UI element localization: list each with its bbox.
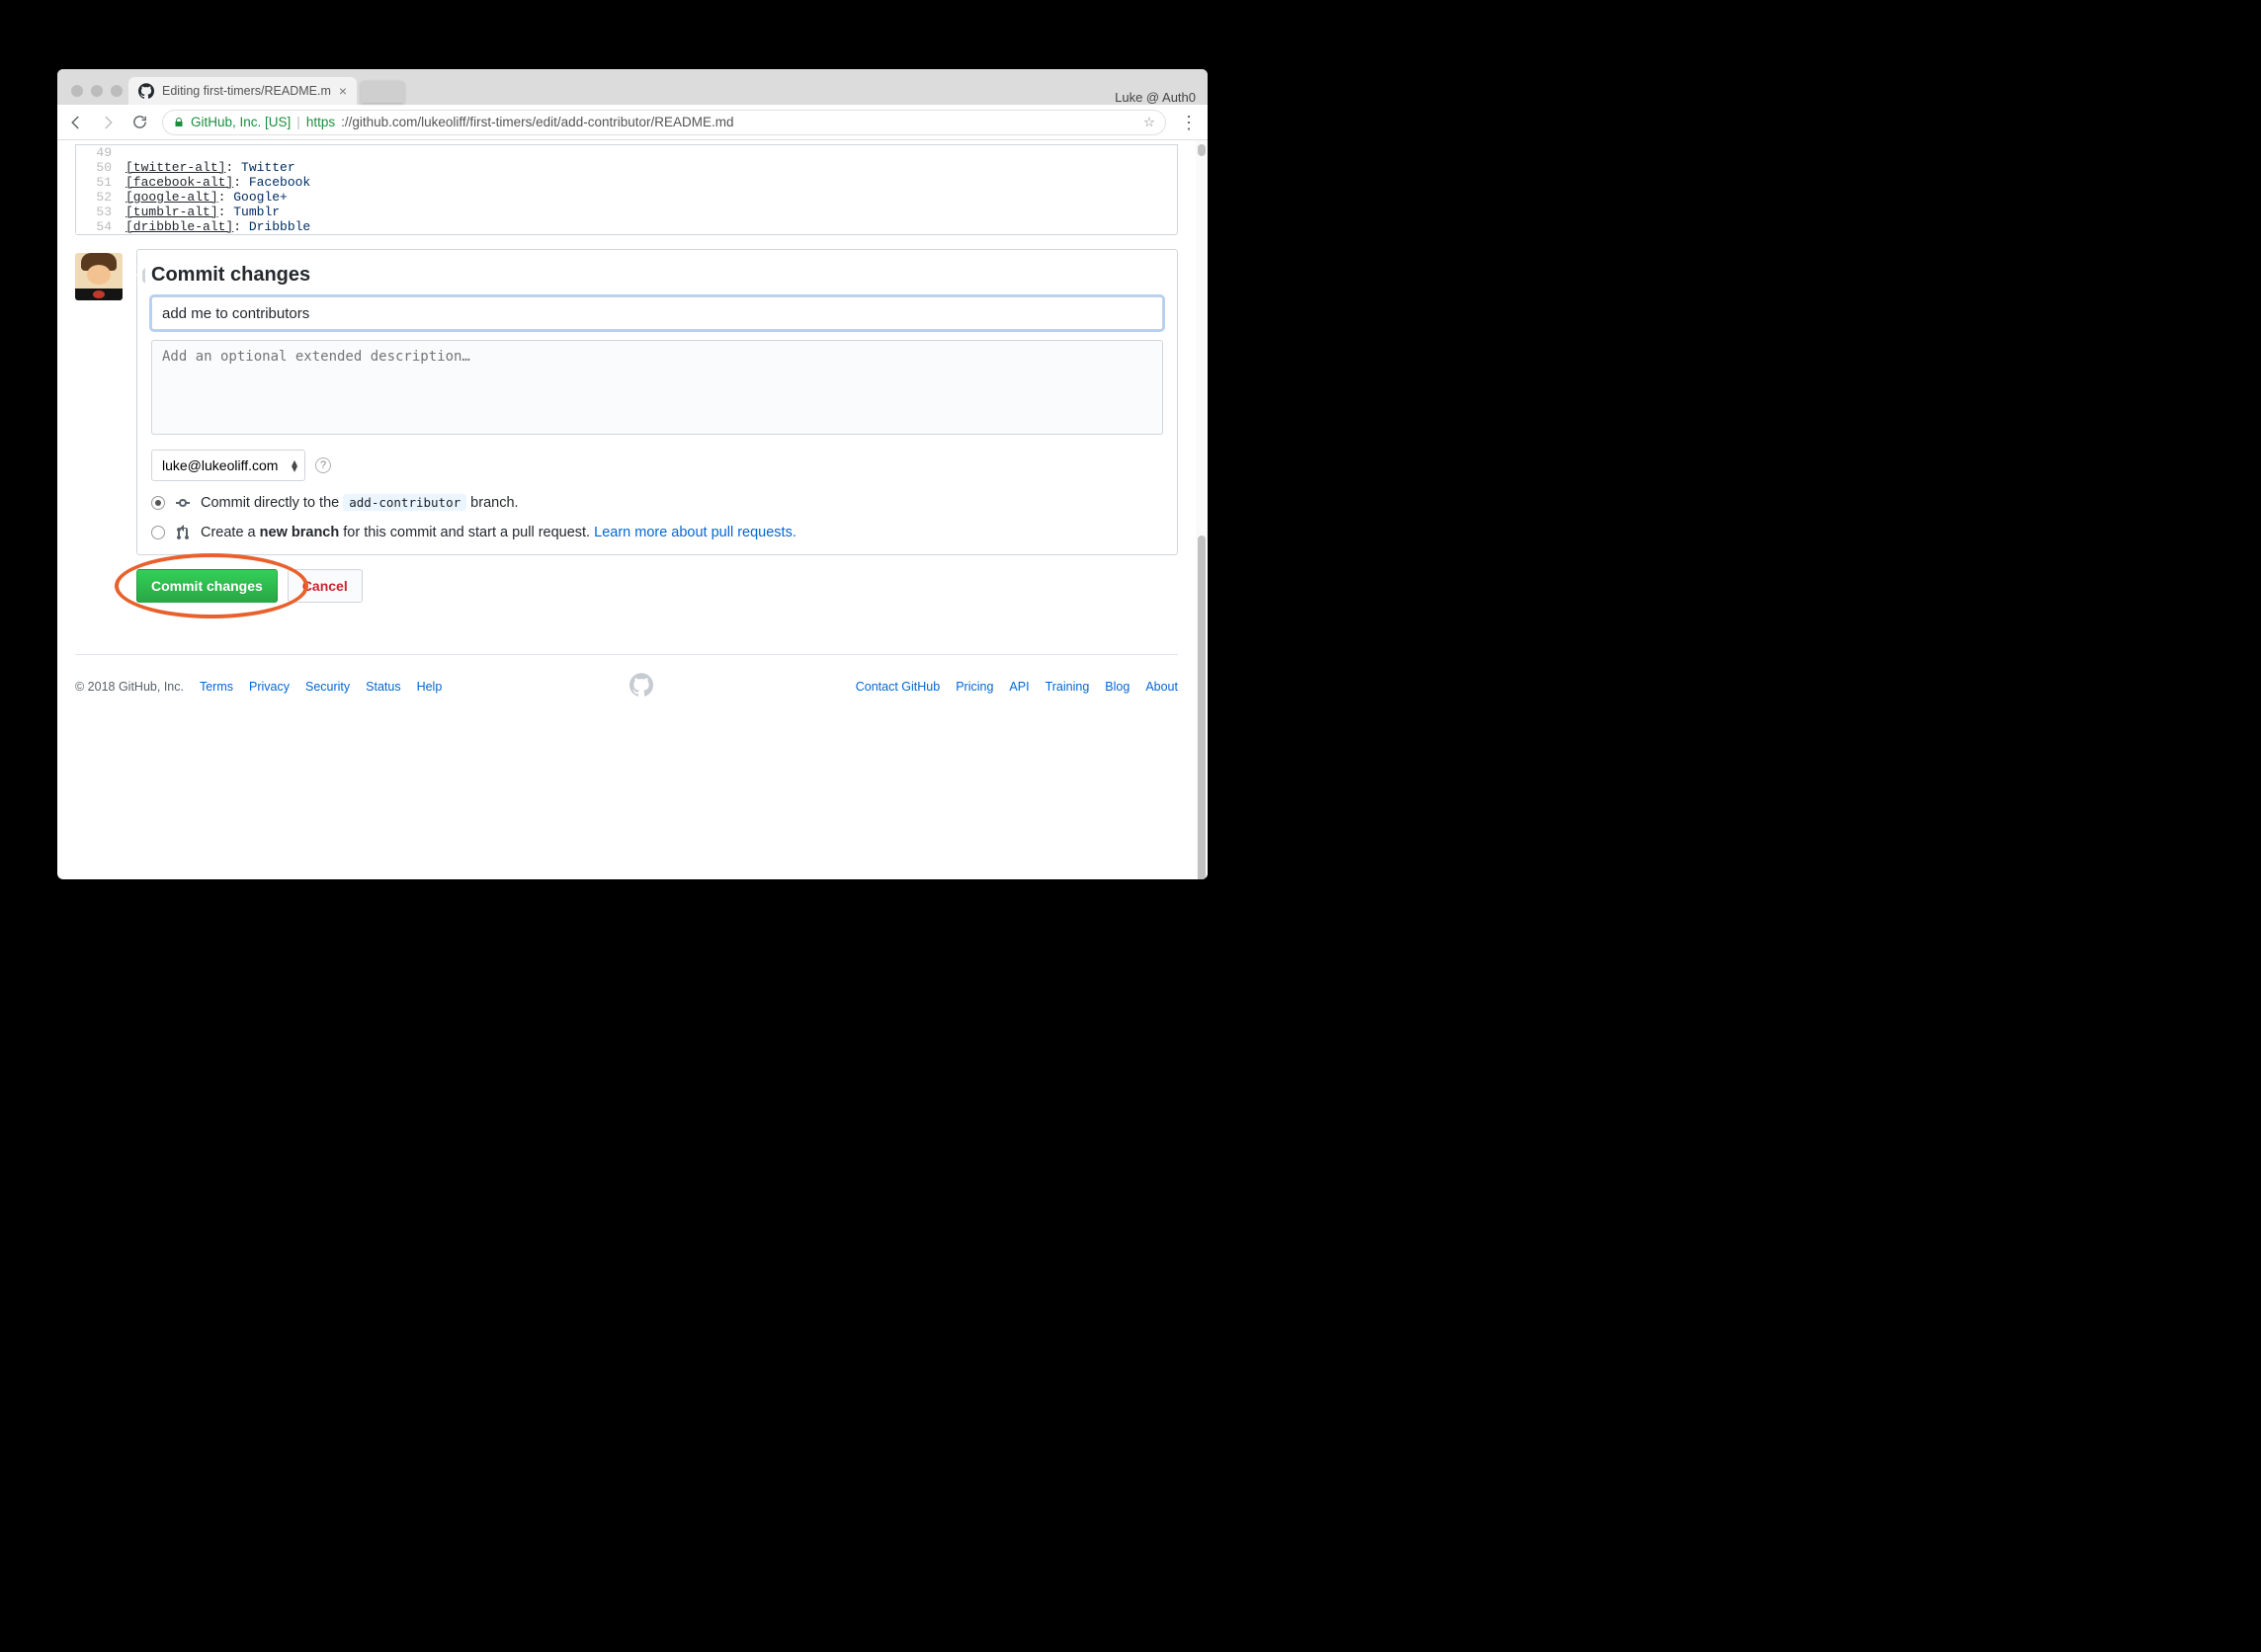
code-line[interactable]: 54[dribbble-alt]: Dribbble	[76, 219, 1177, 234]
url-path: ://github.com/lukeoliff/first-timers/edi…	[341, 115, 733, 129]
github-favicon-icon	[138, 83, 154, 99]
page-viewport: 4950[twitter-alt]: Twitter51[facebook-al…	[57, 140, 1208, 879]
commit-changes-button[interactable]: Commit changes	[136, 569, 278, 603]
commit-description-input[interactable]	[151, 340, 1163, 435]
reload-icon[interactable]	[130, 114, 148, 131]
forward-icon	[99, 114, 117, 131]
footer-copyright: © 2018 GitHub, Inc.	[75, 680, 184, 694]
git-pull-request-icon	[175, 525, 191, 540]
footer-link[interactable]: Pricing	[956, 680, 993, 694]
code-line[interactable]: 53[tumblr-alt]: Tumblr	[76, 205, 1177, 219]
commit-summary-input[interactable]	[151, 296, 1163, 330]
code-text[interactable]: [facebook-alt]: Facebook	[122, 175, 310, 190]
user-avatar[interactable]	[75, 253, 123, 300]
browser-window: Editing first-timers/README.m × Luke @ A…	[57, 69, 1208, 879]
code-text[interactable]: [dribbble-alt]: Dribbble	[122, 219, 310, 234]
line-number: 52	[76, 190, 122, 205]
browser-toolbar: GitHub, Inc. [US] | https://github.com/l…	[57, 105, 1208, 140]
page-footer: © 2018 GitHub, Inc. Terms Privacy Security…	[75, 673, 1178, 733]
window-controls[interactable]	[65, 85, 128, 105]
code-text[interactable]: [tumblr-alt]: Tumblr	[122, 205, 280, 219]
avatar-column	[75, 249, 123, 555]
line-number: 49	[76, 145, 122, 160]
browser-tab[interactable]: Editing first-timers/README.m ×	[128, 77, 357, 105]
lock-icon	[173, 117, 185, 128]
footer-link[interactable]: About	[1145, 680, 1178, 694]
code-text[interactable]: [google-alt]: Google+	[122, 190, 288, 205]
footer-link[interactable]: API	[1009, 680, 1029, 694]
learn-pr-link[interactable]: Learn more about pull requests.	[594, 525, 796, 540]
browser-menu-icon[interactable]: ⋮	[1180, 120, 1198, 125]
tab-strip: Editing first-timers/README.m × Luke @ A…	[57, 69, 1208, 105]
url-org: GitHub, Inc. [US]	[191, 115, 291, 129]
bookmark-star-icon[interactable]: ☆	[1143, 115, 1155, 130]
tab-close-icon[interactable]: ×	[339, 83, 347, 99]
code-text[interactable]: [twitter-alt]: Twitter	[122, 160, 295, 175]
line-number: 54	[76, 219, 122, 234]
radio-commit-direct[interactable]: Commit directly to the add-contributor b…	[151, 495, 1163, 511]
code-line[interactable]: 50[twitter-alt]: Twitter	[76, 160, 1177, 175]
line-number: 53	[76, 205, 122, 219]
footer-link[interactable]: Blog	[1105, 680, 1130, 694]
code-line[interactable]: 49	[76, 145, 1177, 160]
code-line[interactable]: 51[facebook-alt]: Facebook	[76, 175, 1177, 190]
tab-title: Editing first-timers/README.m	[162, 84, 331, 98]
line-number: 50	[76, 160, 122, 175]
code-line[interactable]: 52[google-alt]: Google+	[76, 190, 1177, 205]
maximize-window-icon[interactable]	[111, 85, 123, 97]
footer-link[interactable]: Training	[1046, 680, 1090, 694]
url-scheme: https	[306, 115, 335, 129]
close-window-icon[interactable]	[71, 85, 83, 97]
scrollbar-thumb-editor[interactable]	[1198, 144, 1206, 156]
browser-profile[interactable]: Luke @ Auth0	[1115, 80, 1208, 105]
cancel-button[interactable]: Cancel	[288, 569, 363, 603]
footer-link[interactable]: Security	[305, 680, 350, 694]
commit-form: Commit changes luke@lukeoliff.com ▴▾ ?	[136, 249, 1178, 555]
radio-icon[interactable]	[151, 496, 165, 510]
footer-link[interactable]: Help	[417, 680, 443, 694]
footer-link[interactable]: Contact GitHub	[856, 680, 940, 694]
radio-new-branch[interactable]: Create a new branch for this commit and …	[151, 525, 1163, 540]
git-commit-icon	[175, 495, 191, 511]
footer-link[interactable]: Status	[366, 680, 400, 694]
line-number: 51	[76, 175, 122, 190]
code-text[interactable]	[122, 145, 126, 160]
commit-email-select[interactable]: luke@lukeoliff.com	[151, 450, 305, 481]
scrollbar-track[interactable]	[1196, 140, 1208, 879]
back-icon[interactable]	[67, 114, 85, 131]
radio-icon[interactable]	[151, 526, 165, 539]
new-tab-button[interactable]	[361, 81, 404, 103]
code-editor[interactable]: 4950[twitter-alt]: Twitter51[facebook-al…	[75, 144, 1178, 235]
address-bar[interactable]: GitHub, Inc. [US] | https://github.com/l…	[162, 110, 1166, 135]
footer-link[interactable]: Privacy	[249, 680, 290, 694]
help-icon[interactable]: ?	[315, 457, 331, 473]
github-logo-icon[interactable]	[629, 673, 653, 697]
commit-heading: Commit changes	[151, 264, 1163, 287]
footer-link[interactable]: Terms	[200, 680, 233, 694]
minimize-window-icon[interactable]	[91, 85, 103, 97]
scrollbar-thumb-page[interactable]	[1198, 536, 1206, 879]
branch-name-code: add-contributor	[343, 494, 466, 511]
footer-divider	[75, 654, 1178, 655]
